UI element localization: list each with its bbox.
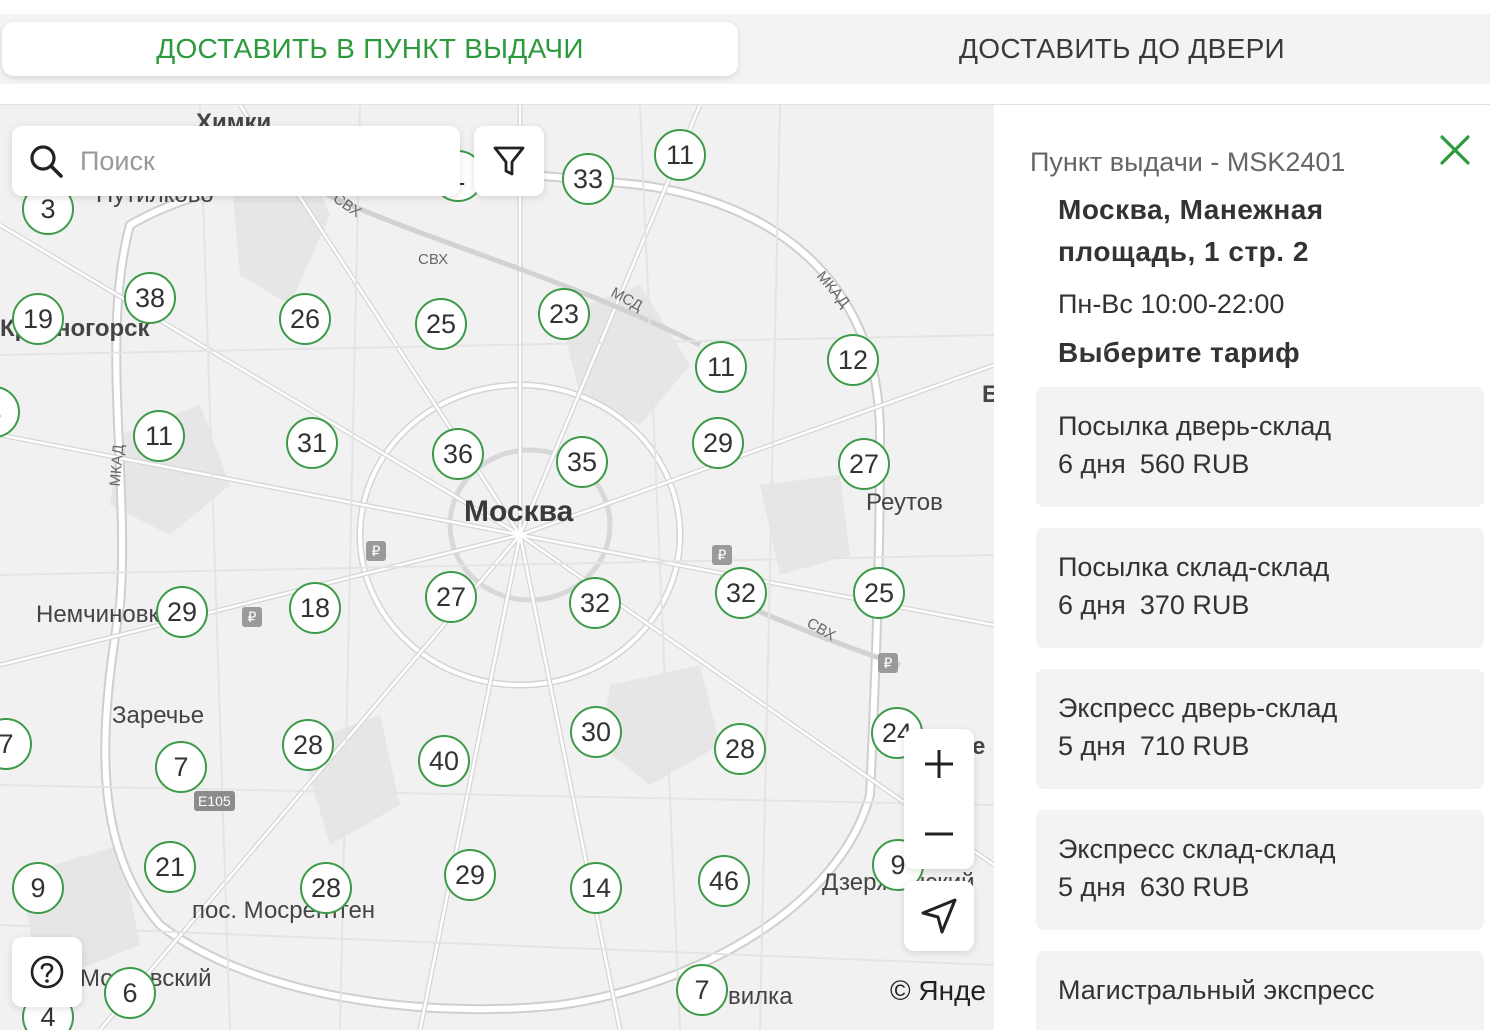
place-zarechye: Заречье bbox=[112, 702, 205, 729]
pickup-cluster-marker[interactable]: 25 bbox=[415, 298, 467, 350]
zoom-control bbox=[904, 729, 974, 869]
question-icon bbox=[30, 955, 64, 989]
navigation-arrow-icon bbox=[921, 898, 957, 934]
place-nemchinovka: Немчиновк bbox=[36, 601, 159, 628]
tariff-name: Посылка дверь-склад bbox=[1058, 411, 1332, 441]
pickup-cluster-marker[interactable]: 7 bbox=[155, 741, 207, 793]
search-input[interactable] bbox=[80, 145, 440, 177]
help-button[interactable] bbox=[12, 937, 82, 1007]
pickup-cluster-marker[interactable]: 27 bbox=[838, 438, 890, 490]
pickup-cluster-marker[interactable]: 21 bbox=[144, 841, 196, 893]
choose-tariff-heading: Выберите тариф bbox=[1058, 337, 1301, 368]
tariff-price: 370 RUB bbox=[1139, 590, 1250, 620]
pickup-cluster-marker[interactable]: 11 bbox=[654, 129, 706, 181]
map-copyright: © Янде bbox=[890, 975, 987, 1006]
pickup-cluster-marker[interactable]: 33 bbox=[562, 153, 614, 205]
tariff-option[interactable]: Магистральный экспресс bbox=[1036, 951, 1484, 1030]
pickup-cluster-marker[interactable]: 30 bbox=[570, 706, 622, 758]
pickup-cluster-marker[interactable]: 29 bbox=[156, 586, 208, 638]
pickup-cluster-marker[interactable]: 32 bbox=[569, 577, 621, 629]
pickup-cluster-marker[interactable]: 25 bbox=[853, 567, 905, 619]
pickup-cluster-marker[interactable]: 38 bbox=[124, 272, 176, 324]
pickup-cluster-marker[interactable]: 18 bbox=[289, 582, 341, 634]
filter-button[interactable] bbox=[474, 126, 544, 196]
pickup-cluster-marker[interactable]: 19 bbox=[12, 293, 64, 345]
pickup-cluster-marker[interactable]: 28 bbox=[714, 723, 766, 775]
plus-icon bbox=[925, 750, 953, 778]
tariff-option[interactable]: Экспресс склад-склад 5 дня 630 RUB bbox=[1036, 810, 1484, 930]
pickup-cluster-marker[interactable]: 36 bbox=[432, 428, 484, 480]
pickup-cluster-marker[interactable]: 27 bbox=[425, 571, 477, 623]
search-icon[interactable] bbox=[26, 141, 66, 181]
ruble-icon: ₽ bbox=[878, 653, 898, 673]
pickup-point-address: Москва, Манежная площадь, 1 стр. 2 bbox=[1058, 194, 1324, 267]
pickup-cluster-marker[interactable]: 32 bbox=[715, 567, 767, 619]
pickup-point-hours: Пн-Вс 10:00-22:00 bbox=[1058, 289, 1285, 319]
ruble-icon: ₽ bbox=[242, 607, 262, 627]
geolocation-button[interactable] bbox=[904, 881, 974, 951]
tariff-days: 5 дня bbox=[1058, 872, 1126, 902]
tariff-days: 6 дня bbox=[1058, 449, 1126, 479]
pickup-cluster-marker[interactable]: 29 bbox=[444, 849, 496, 901]
pickup-cluster-marker[interactable]: 12 bbox=[827, 334, 879, 386]
delivery-tabs: ДОСТАВИТЬ В ПУНКТ ВЫДАЧИ ДОСТАВИТЬ ДО ДВ… bbox=[0, 14, 1490, 84]
tariff-meta: 5 дня 710 RUB bbox=[1058, 731, 1263, 762]
filter-icon bbox=[493, 146, 525, 176]
pickup-cluster-marker[interactable]: 7 bbox=[676, 964, 728, 1016]
tariff-name: Посылка склад-склад bbox=[1058, 552, 1330, 582]
close-icon[interactable] bbox=[1436, 131, 1474, 169]
pickup-cluster-marker[interactable]: 23 bbox=[538, 288, 590, 340]
pickup-cluster-marker[interactable]: 28 bbox=[300, 862, 352, 914]
pickup-point-title: Пункт выдачи - MSK2401 bbox=[1030, 147, 1346, 177]
tariff-name: Магистральный экспресс bbox=[1058, 975, 1375, 1005]
tariff-meta: 5 дня 630 RUB bbox=[1058, 872, 1263, 903]
pickup-cluster-marker[interactable]: 11 bbox=[695, 341, 747, 393]
pickup-cluster-marker[interactable]: 35 bbox=[556, 436, 608, 488]
pickup-cluster-marker[interactable]: 26 bbox=[279, 293, 331, 345]
pickup-cluster-marker[interactable]: 11 bbox=[133, 410, 185, 462]
tariff-price: 560 RUB bbox=[1139, 449, 1250, 479]
place-edge-b: Б bbox=[982, 381, 994, 408]
pickup-cluster-marker[interactable]: 14 bbox=[570, 862, 622, 914]
place-reutov: Реутов bbox=[866, 489, 943, 516]
pickup-cluster-marker[interactable]: 40 bbox=[418, 735, 470, 787]
zoom-out-button[interactable] bbox=[904, 799, 974, 869]
pickup-cluster-marker[interactable]: 46 bbox=[698, 855, 750, 907]
tariff-price: 710 RUB bbox=[1139, 731, 1250, 761]
tariff-name: Экспресс склад-склад bbox=[1058, 834, 1336, 864]
road-label-svh: СВХ bbox=[418, 251, 449, 268]
pickup-cluster-marker[interactable]: 6 bbox=[104, 967, 156, 1019]
pickup-cluster-marker[interactable]: 29 bbox=[692, 417, 744, 469]
tariff-days: 6 дня bbox=[1058, 590, 1126, 620]
pickup-point-panel: Пункт выдачи - MSK2401 Москва, Манежная … bbox=[994, 105, 1490, 1030]
tariff-meta: 6 дня 370 RUB bbox=[1058, 590, 1263, 621]
tariff-meta: 6 дня 560 RUB bbox=[1058, 449, 1263, 480]
place-vidnoe: вилка bbox=[728, 983, 793, 1010]
pickup-cluster-marker[interactable]: 31 bbox=[286, 417, 338, 469]
tariff-option[interactable]: Посылка дверь-склад 6 дня 560 RUB bbox=[1036, 387, 1484, 507]
ruble-icon: ₽ bbox=[712, 545, 732, 565]
tariff-price: 630 RUB bbox=[1139, 872, 1250, 902]
place-moskva: Москва bbox=[464, 495, 574, 528]
tariff-name: Экспресс дверь-склад bbox=[1058, 693, 1338, 723]
tariff-option[interactable]: Экспресс дверь-склад 5 дня 710 RUB bbox=[1036, 669, 1484, 789]
pickup-cluster-marker[interactable]: 9 bbox=[12, 862, 64, 914]
pickup-cluster-marker[interactable]: 28 bbox=[282, 719, 334, 771]
tab-door-delivery[interactable]: ДОСТАВИТЬ ДО ДВЕРИ bbox=[752, 22, 1490, 76]
place-edge-e: е bbox=[972, 733, 986, 760]
tariff-days: 5 дня bbox=[1058, 731, 1126, 761]
road-label-mkad: МКАД bbox=[106, 443, 128, 488]
map-search-bar bbox=[12, 126, 460, 196]
ruble-icon: ₽ bbox=[366, 541, 386, 561]
map-view[interactable]: Химки Путилково Красногорск Москва Реуто… bbox=[0, 105, 994, 1030]
tab-pickup-point[interactable]: ДОСТАВИТЬ В ПУНКТ ВЫДАЧИ bbox=[2, 22, 738, 76]
road-label-e105: E105 bbox=[194, 791, 235, 811]
tariff-option[interactable]: Посылка склад-склад 6 дня 370 RUB bbox=[1036, 528, 1484, 648]
zoom-in-button[interactable] bbox=[904, 729, 974, 799]
minus-icon bbox=[925, 832, 953, 836]
